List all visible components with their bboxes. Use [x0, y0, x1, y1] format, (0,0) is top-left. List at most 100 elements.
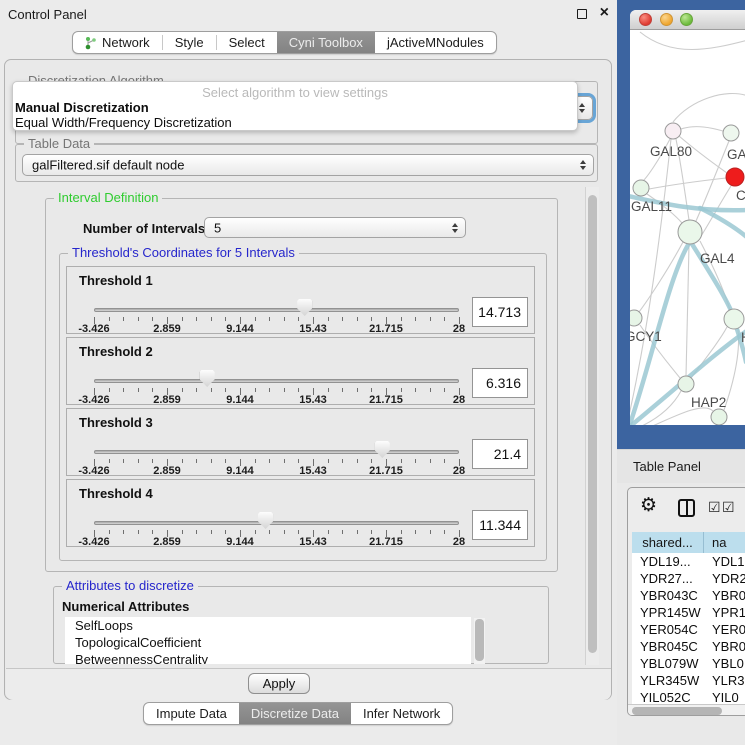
panel-title: Control Panel	[8, 7, 87, 22]
apply-button[interactable]: Apply	[248, 673, 310, 694]
mac-zoom-button[interactable]	[680, 13, 693, 26]
tab-network[interactable]: Network	[73, 32, 162, 53]
tab-infer-network[interactable]: Infer Network	[351, 703, 452, 724]
attribute-item-topologicalcoefficient[interactable]: TopologicalCoefficient	[65, 634, 471, 651]
network-node-h[interactable]	[724, 309, 744, 329]
table-data-combo[interactable]: galFiltered.sif default node	[22, 154, 594, 176]
tab-discretize-data[interactable]: Discretize Data	[239, 703, 351, 724]
slider-tick	[357, 388, 358, 392]
network-edge	[686, 244, 689, 376]
threshold-panel-3: Threshold 3-3.4262.8599.14415.4321.71528…	[66, 408, 535, 476]
network-node-gal80[interactable]	[665, 123, 681, 139]
scrollbar-thumb[interactable]	[632, 707, 722, 715]
float-window-icon[interactable]	[577, 9, 587, 19]
scrollbar-thumb[interactable]	[588, 195, 597, 653]
network-node-red[interactable]	[726, 168, 744, 186]
threshold-slider-thumb[interactable]	[375, 441, 390, 458]
control-panel-window: Control Panel × NetworkStyleSelectCyni T…	[0, 0, 617, 745]
checkbox-icon[interactable]: ☑	[722, 500, 735, 514]
table-panel-window: ⚙ ☑ ☑ shared...na YDL19...YDL1YDR27...YD…	[627, 487, 745, 716]
mac-minimize-button[interactable]	[660, 13, 673, 26]
tab-cyni-toolbox[interactable]: Cyni Toolbox	[277, 32, 375, 53]
attribute-item-betweennesscentrality[interactable]: BetweennessCentrality	[65, 651, 471, 664]
threshold-value-input[interactable]: 14.713	[472, 297, 528, 327]
threshold-label: Threshold 1	[79, 273, 153, 288]
threshold-value-input[interactable]: 6.316	[472, 368, 528, 398]
table-horizontal-scrollbar[interactable]	[628, 704, 745, 716]
slider-tick	[284, 317, 285, 321]
tab-select[interactable]: Select	[217, 32, 277, 53]
network-node-label: C	[736, 188, 745, 203]
threshold-label: Threshold 2	[79, 344, 153, 359]
network-window-titlebar	[630, 10, 745, 30]
algorithm-option-equal-width-frequency-discretization[interactable]: Equal Width/Frequency Discretization	[15, 115, 575, 130]
attributes-list-scrollbar[interactable]	[474, 618, 485, 664]
table-row[interactable]: YER054CYER0	[632, 621, 745, 638]
combo-spinner-icon	[579, 103, 585, 113]
network-node-hap2[interactable]	[678, 376, 694, 392]
column-header-na[interactable]: na	[704, 532, 745, 553]
slider-tick-label: 9.144	[226, 323, 254, 335]
slider-tick-label: 2.859	[153, 394, 181, 406]
table-data-title: Table Data	[24, 137, 94, 151]
slider-tick-label: 21.715	[369, 536, 403, 548]
table-cell: YBR0	[704, 638, 745, 655]
algorithm-option-manual-discretization[interactable]: Manual Discretization	[15, 100, 575, 115]
slider-tick	[269, 459, 270, 463]
network-node-ga[interactable]	[723, 125, 739, 141]
threshold-slider-thumb[interactable]	[258, 512, 273, 529]
tab-style[interactable]: Style	[163, 32, 216, 53]
network-icon	[85, 36, 97, 50]
network-view-frame: GAL80GACGAL11GAL4GCY1HHAP2	[617, 0, 745, 449]
threshold-slider-thumb[interactable]	[297, 299, 312, 316]
threshold-slider-track[interactable]	[94, 450, 459, 454]
table-row[interactable]: YBL079WYBL0	[632, 655, 745, 672]
slider-tick	[225, 459, 226, 463]
number-of-intervals-combo[interactable]: 5	[204, 217, 466, 238]
table-row[interactable]: YPR145WYPR1	[632, 604, 745, 621]
network-canvas[interactable]: GAL80GACGAL11GAL4GCY1HHAP2	[630, 30, 745, 425]
top-tab-bar: NetworkStyleSelectCyni ToolboxjActiveMNo…	[72, 31, 497, 54]
scrollbar-thumb[interactable]	[475, 619, 484, 661]
table-row[interactable]: YBR043CYBR0	[632, 587, 745, 604]
network-node-n9[interactable]	[711, 409, 727, 425]
table-row[interactable]: YDL19...YDL1	[632, 553, 745, 570]
tab-impute-data[interactable]: Impute Data	[144, 703, 239, 724]
threshold-slider-track[interactable]	[94, 308, 459, 312]
table-panel-title: Table Panel	[633, 459, 701, 474]
slider-tick-label: 21.715	[369, 465, 403, 477]
threshold-slider-thumb[interactable]	[200, 370, 215, 387]
table-row[interactable]: YIL052CYIL0	[632, 689, 745, 704]
table-row[interactable]: YDR27...YDR2	[632, 570, 745, 587]
threshold-value-input[interactable]: 11.344	[472, 510, 528, 540]
checkbox-icon[interactable]: ☑	[708, 500, 721, 514]
threshold-value-input[interactable]: 21.4	[472, 439, 528, 469]
slider-tick	[371, 459, 372, 463]
tab-jactivemnodules[interactable]: jActiveMNodules	[375, 32, 496, 53]
slider-tick	[255, 317, 256, 321]
slider-tick	[328, 388, 329, 392]
table-row[interactable]: YBR045CYBR0	[632, 638, 745, 655]
split-columns-icon[interactable]	[678, 499, 695, 517]
attribute-item-selfloops[interactable]: SelfLoops	[65, 617, 471, 634]
gear-icon[interactable]: ⚙	[640, 496, 657, 516]
tab-label: Impute Data	[156, 706, 227, 721]
slider-tick	[109, 530, 110, 534]
slider-tick-label: 15.43	[299, 323, 327, 335]
table-cell: YBL079W	[632, 655, 704, 672]
numerical-attributes-label: Numerical Attributes	[62, 599, 189, 614]
network-node-gal11[interactable]	[633, 180, 649, 196]
column-header-shared[interactable]: shared...	[632, 532, 704, 553]
bottom-tab-bar: Impute Data Discretize DataInfer Network	[143, 702, 453, 725]
network-node-gcy1[interactable]	[630, 310, 642, 326]
table-cell: YER054C	[632, 621, 704, 638]
slider-tick-label: -3.426	[78, 323, 109, 335]
settings-scrollbar[interactable]	[585, 187, 599, 665]
threshold-slider-track[interactable]	[94, 521, 459, 525]
network-node-gal4[interactable]	[678, 220, 702, 244]
slider-tick	[371, 388, 372, 392]
close-icon[interactable]: ×	[600, 4, 609, 22]
table-row[interactable]: YLR345WYLR3	[632, 672, 745, 689]
threshold-slider-track[interactable]	[94, 379, 459, 383]
mac-close-button[interactable]	[639, 13, 652, 26]
